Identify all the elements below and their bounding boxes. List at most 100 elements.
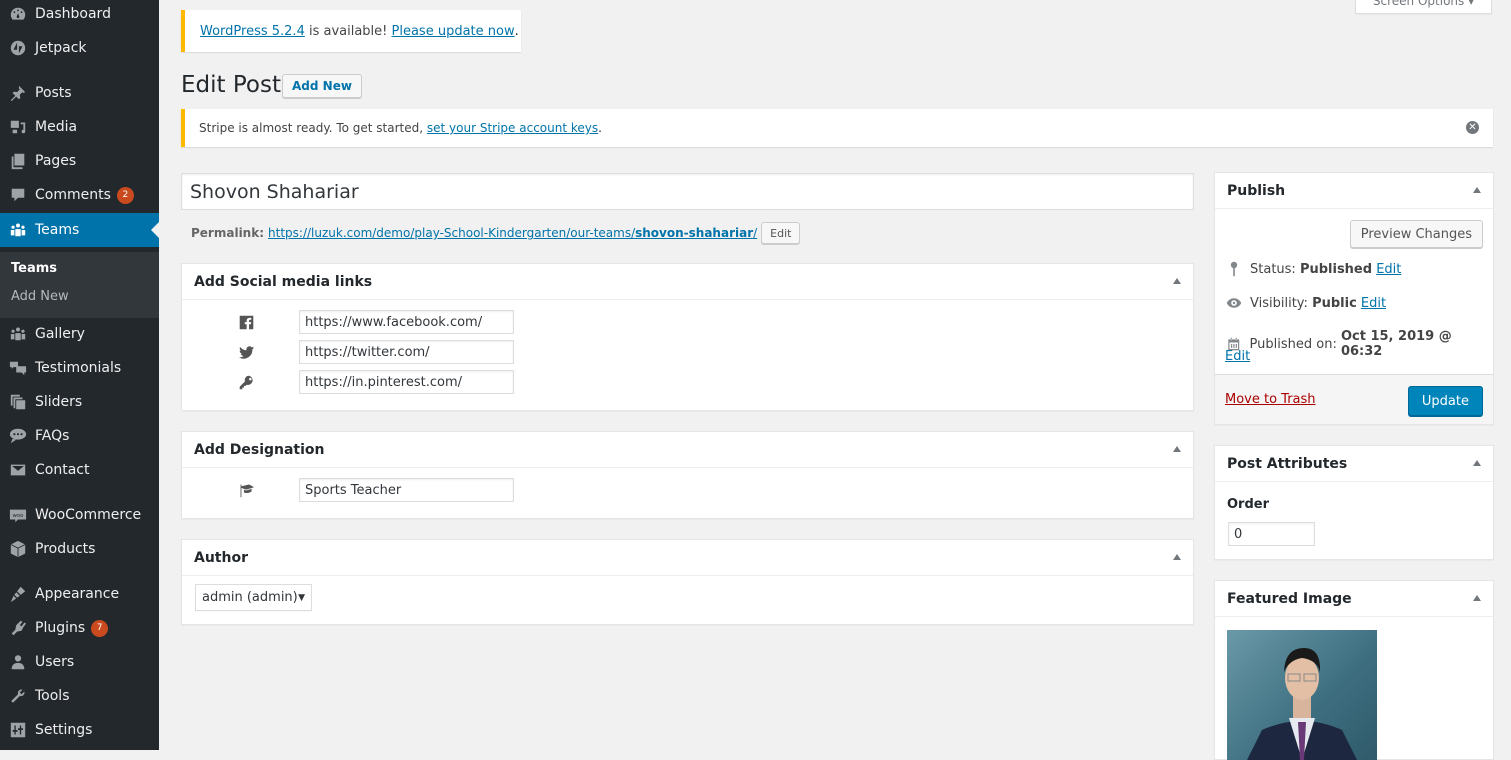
sidebar-item-settings[interactable]: Settings — [0, 713, 159, 747]
permalink-link[interactable]: https://luzuk.com/demo/play-School-Kinde… — [268, 226, 757, 240]
collapse-toggle-icon[interactable] — [1473, 595, 1481, 601]
sidebar-item-jetpack[interactable]: Jetpack — [0, 31, 159, 65]
sidebar-item-media[interactable]: Media — [0, 110, 159, 144]
edit-status-link[interactable]: Edit — [1376, 262, 1401, 277]
sidebar-item-posts[interactable]: Posts — [0, 76, 159, 110]
facebook-icon — [237, 313, 255, 331]
stripe-notice-text: Stripe is almost ready. To get started, — [199, 121, 427, 135]
designation-title: Add Designation — [182, 432, 1193, 468]
featured-image-title: Featured Image — [1215, 581, 1493, 617]
person-portrait-image — [1227, 630, 1377, 760]
wrench-icon — [8, 686, 28, 706]
brush-icon — [8, 584, 28, 604]
sidebar-item-pages[interactable]: Pages — [0, 144, 159, 178]
edit-date-link[interactable]: Edit — [1225, 349, 1250, 364]
sidebar-item-contact[interactable]: Contact — [0, 453, 159, 487]
sidebar-item-dashboard[interactable]: Dashboard — [0, 0, 159, 31]
update-button[interactable]: Update — [1408, 386, 1483, 416]
sidebar-label: Settings — [35, 722, 92, 738]
sidebar-item-sliders[interactable]: Sliders — [0, 385, 159, 419]
sidebar-item-plugins[interactable]: Plugins 7 — [0, 611, 159, 645]
media-icon — [8, 117, 28, 137]
status-value: Published — [1300, 262, 1372, 277]
twitter-url-input[interactable] — [299, 340, 514, 364]
update-now-link[interactable]: Please update now — [392, 24, 515, 39]
collapse-toggle-icon[interactable] — [1473, 187, 1481, 193]
sidebar-label: Tools — [35, 688, 70, 704]
collapse-toggle-icon[interactable] — [1173, 278, 1181, 284]
twitter-icon — [237, 343, 255, 361]
facebook-url-input[interactable] — [299, 310, 514, 334]
permalink-label: Permalink: — [191, 226, 264, 240]
dismiss-notice-icon[interactable]: ✕ — [1466, 121, 1479, 134]
user-icon — [8, 652, 28, 672]
plugin-icon — [8, 618, 28, 638]
sidebar-item-woocommerce[interactable]: woo WooCommerce — [0, 498, 159, 532]
permalink-base: https://luzuk.com/demo/play-School-Kinde… — [268, 226, 635, 240]
permalink-slug: shovon-shahariar — [635, 226, 753, 240]
collapse-toggle-icon[interactable] — [1173, 554, 1181, 560]
sidebar-item-tools[interactable]: Tools — [0, 679, 159, 713]
sidebar-label: FAQs — [35, 428, 69, 444]
status-label: Status: — [1250, 262, 1300, 277]
chat-bubble-icon — [8, 426, 28, 446]
collapse-toggle-icon[interactable] — [1473, 460, 1481, 466]
status-row: Status: Published Edit — [1226, 261, 1401, 277]
featured-image-box: Featured Image — [1214, 580, 1494, 760]
collapse-toggle-icon[interactable] — [1173, 446, 1181, 452]
publish-title: Publish — [1215, 173, 1493, 209]
stripe-notice-tail: . — [598, 121, 602, 135]
sidebar-item-testimonials[interactable]: Testimonials — [0, 351, 159, 385]
screen-options-button[interactable]: Screen Options ▾ — [1355, 0, 1492, 14]
sidebar-label: Jetpack — [35, 40, 87, 56]
sidebar-label: Comments — [35, 187, 111, 203]
visibility-row: Visibility: Public Edit — [1226, 295, 1386, 311]
sidebar-label: Sliders — [35, 394, 82, 410]
wordpress-version-link[interactable]: WordPress 5.2.4 — [200, 24, 305, 39]
submenu-item-add-new[interactable]: Add New — [11, 289, 69, 304]
author-title: Author — [182, 540, 1193, 576]
publish-box: Publish Preview Changes Status: Publishe… — [1214, 172, 1494, 425]
sidebar-item-appearance[interactable]: Appearance — [0, 577, 159, 611]
envelope-icon — [8, 460, 28, 480]
sidebar-item-products[interactable]: Products — [0, 532, 159, 566]
pinterest-url-input[interactable] — [299, 370, 514, 394]
pin-icon — [1226, 261, 1242, 277]
sidebar-item-gallery[interactable]: Gallery — [0, 317, 159, 351]
pin-icon — [8, 83, 28, 103]
comment-icon — [8, 185, 28, 205]
move-to-trash-link[interactable]: Move to Trash — [1225, 392, 1316, 407]
order-input[interactable] — [1228, 522, 1315, 546]
groups-icon — [8, 324, 28, 344]
post-attributes-title: Post Attributes — [1215, 446, 1493, 482]
sidebar-item-users[interactable]: Users — [0, 645, 159, 679]
designation-input[interactable] — [299, 478, 514, 502]
sidebar-label: Plugins — [35, 620, 85, 636]
stripe-keys-link[interactable]: set your Stripe account keys — [427, 121, 598, 135]
author-select[interactable]: admin (admin) ▼ — [195, 584, 312, 611]
sidebar-item-teams[interactable]: Teams — [0, 213, 159, 247]
sidebar-label: Gallery — [35, 326, 85, 342]
dashboard-icon — [8, 4, 28, 24]
visibility-label: Visibility: — [1250, 296, 1312, 311]
woo-icon: woo — [8, 505, 28, 525]
social-links-title: Add Social media links — [182, 264, 1193, 300]
sidebar-label: Appearance — [35, 586, 119, 602]
preview-changes-button[interactable]: Preview Changes — [1350, 220, 1483, 248]
jetpack-icon — [8, 38, 28, 58]
sidebar-label: Dashboard — [35, 6, 111, 22]
post-title-input[interactable] — [181, 173, 1194, 210]
social-links-box: Add Social media links — [181, 263, 1194, 411]
featured-image-thumbnail[interactable] — [1227, 630, 1377, 760]
sidebar-item-faqs[interactable]: FAQs — [0, 419, 159, 453]
sidebar-label: Media — [35, 119, 77, 135]
sidebar-item-comments[interactable]: Comments 2 — [0, 178, 159, 212]
permalink-row: Permalink: https://luzuk.com/demo/play-S… — [191, 222, 800, 244]
author-selected-value: admin (admin) — [202, 590, 298, 605]
testimonial-icon — [8, 358, 28, 378]
submenu-item-teams[interactable]: Teams — [11, 261, 57, 276]
add-new-button[interactable]: Add New — [282, 74, 362, 98]
permalink-edit-button[interactable]: Edit — [761, 222, 800, 244]
slides-icon — [8, 392, 28, 412]
edit-visibility-link[interactable]: Edit — [1361, 296, 1386, 311]
